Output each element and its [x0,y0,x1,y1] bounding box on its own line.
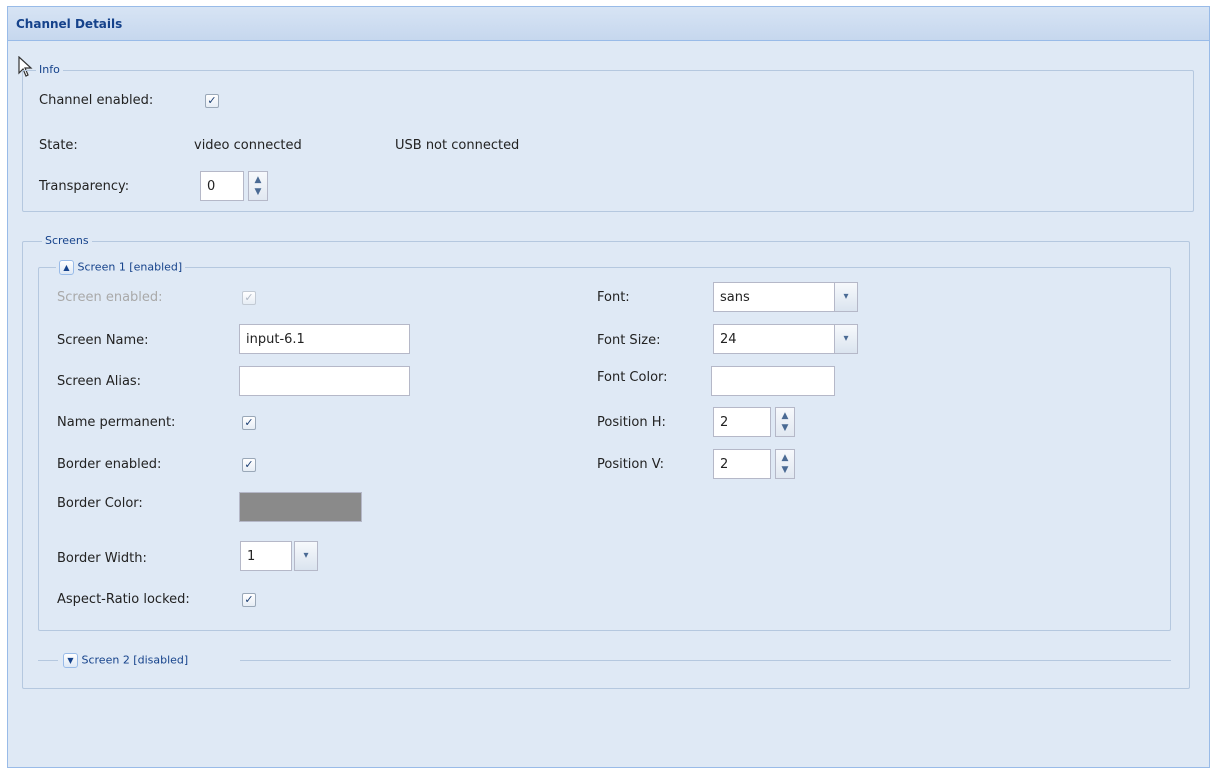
border-width-label: Border Width: [57,551,147,566]
position-v-label: Position V: [597,457,664,472]
border-enabled-checkbox[interactable]: ✓ [242,458,256,472]
spin-down-icon[interactable]: ▼ [776,464,794,476]
font-label: Font: [597,290,630,305]
screen-enabled-label: Screen enabled: [57,290,163,305]
transparency-label: Transparency: [39,179,130,194]
state-video-value: video connected [194,138,302,153]
info-legend: Info [36,63,63,77]
spin-down-icon[interactable]: ▼ [249,186,267,198]
border-width-select[interactable] [240,541,292,571]
channel-enabled-label: Channel enabled: [39,93,154,108]
collapse-icon[interactable]: ▲ [59,260,74,275]
state-label: State: [39,138,78,153]
aspect-ratio-label: Aspect-Ratio locked: [57,592,190,607]
aspect-ratio-checkbox[interactable]: ✓ [242,593,256,607]
position-v-spinner[interactable]: ▲ ▼ [775,449,795,479]
position-h-label: Position H: [597,415,666,430]
position-h-spinner[interactable]: ▲ ▼ [775,407,795,437]
screen2-divider-right [240,660,1171,661]
screen-alias-label: Screen Alias: [57,374,142,389]
screen2-legend: ▼ Screen 2 [disabled] [60,653,192,668]
font-color-input[interactable] [711,366,835,396]
position-h-input[interactable] [713,407,771,437]
font-size-label: Font Size: [597,333,661,348]
spin-up-icon[interactable]: ▲ [776,410,794,422]
screen-name-input[interactable] [239,324,410,354]
font-dropdown-icon[interactable]: ▾ [834,282,858,312]
transparency-spinner[interactable]: ▲ ▼ [248,171,268,201]
name-permanent-label: Name permanent: [57,415,176,430]
screen1-legend: ▲ Screen 1 [enabled] [56,260,186,275]
screens-legend: Screens [42,234,92,248]
font-size-select[interactable] [713,324,835,354]
panel-title: Channel Details [8,7,1209,41]
position-v-input[interactable] [713,449,771,479]
channel-enabled-checkbox[interactable]: ✓ [205,94,219,108]
border-enabled-label: Border enabled: [57,457,162,472]
expand-icon[interactable]: ▼ [63,653,78,668]
font-select[interactable] [713,282,835,312]
font-color-label: Font Color: [597,370,668,385]
name-permanent-checkbox[interactable]: ✓ [242,416,256,430]
border-width-dropdown-icon[interactable]: ▾ [294,541,318,571]
spin-up-icon[interactable]: ▲ [776,452,794,464]
spin-up-icon[interactable]: ▲ [249,174,267,186]
font-size-dropdown-icon[interactable]: ▾ [834,324,858,354]
border-color-swatch[interactable] [239,492,362,522]
screen2-divider-left [38,660,58,661]
spin-down-icon[interactable]: ▼ [776,422,794,434]
screen-enabled-checkbox: ✓ [242,291,256,305]
screen1-fieldset [38,267,1171,631]
screen1-title: Screen 1 [enabled] [77,260,183,274]
screen-alias-input[interactable] [239,366,410,396]
transparency-input[interactable] [200,171,244,201]
border-color-label: Border Color: [57,496,143,511]
screen-name-label: Screen Name: [57,333,149,348]
state-usb-value: USB not connected [395,138,520,153]
screen2-title[interactable]: Screen 2 [disabled] [82,654,189,667]
